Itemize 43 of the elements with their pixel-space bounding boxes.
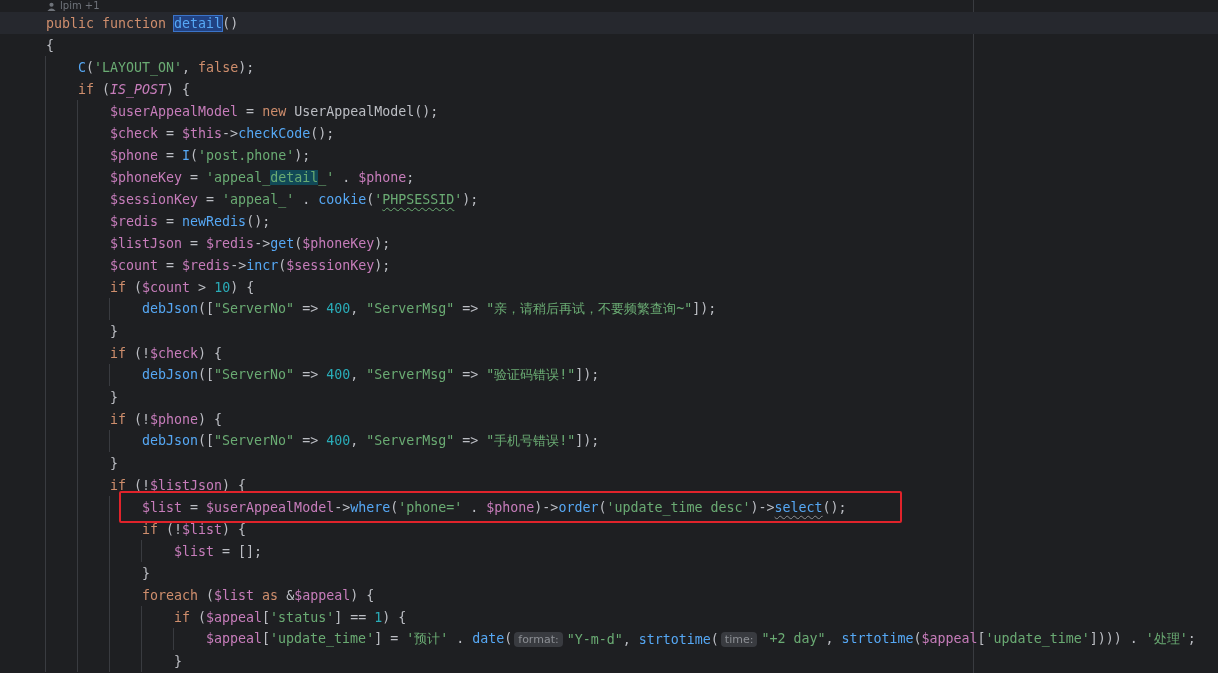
code-text: "+2 day", strtotime($appeal['update_time']))) . '处理'; [761, 630, 1196, 648]
code-text: $appeal['update_time'] = '预计' . date( [206, 630, 513, 648]
code-text: } [142, 565, 150, 581]
code-text: () [222, 15, 239, 31]
code-text: } [110, 323, 118, 339]
code-text: _' . $phone; [318, 169, 415, 185]
code-text: foreach ($list as &$appeal) { [142, 587, 375, 603]
code-text: debJson(["ServerNo" => 400, "ServerMsg" => "手机号错误!"]); [142, 432, 600, 450]
code-text: $list = []; [174, 543, 263, 559]
author-hint[interactable]: lpim +1 [60, 0, 100, 12]
code-text: if (!$list) { [142, 521, 247, 537]
person-icon [47, 1, 56, 11]
code-text: public function [46, 15, 168, 31]
typo-underlined-text: PHPSESSID [382, 191, 455, 207]
code-text: $redis = newRedis(); [110, 213, 271, 229]
code-text: (); [822, 499, 847, 515]
code-text: debJson(["ServerNo" => 400, "ServerMsg" => "亲，请稍后再试，不要频繁查询~"]); [142, 300, 717, 318]
warning-underlined-text: select [774, 499, 823, 515]
code-text: if (!$phone) { [110, 411, 223, 427]
code-text: } [174, 653, 182, 669]
code-text: $check = $this->checkCode(); [110, 125, 335, 141]
code-text: } [110, 389, 118, 405]
code-text: $list = $userAppealModel->where('phone=' . $phone)->order('update_time desc')-> [142, 499, 775, 515]
code-text: $listJson = $redis->get($phoneKey); [110, 235, 391, 251]
code-text: '); [454, 191, 479, 207]
code-text: { [46, 37, 54, 53]
selected-text: detail [174, 15, 223, 31]
code-text: $phone = I('post.phone'); [110, 147, 311, 163]
code-text: if (IS_POST) { [78, 81, 191, 97]
code-text: $sessionKey = 'appeal_' . cookie(' [110, 191, 383, 207]
code-text: $count = $redis->incr($sessionKey); [110, 257, 391, 273]
parameter-hint: time: [720, 631, 758, 647]
code-text: $userAppealModel = new UserAppealModel(); [110, 103, 439, 119]
code-text: if ($appeal['status'] == 1) { [174, 609, 407, 625]
code-text: "Y-m-d", strtotime( [566, 631, 719, 647]
code-text: $phoneKey = 'appeal_ [110, 169, 271, 185]
parameter-hint: format: [514, 631, 563, 647]
code-text: C('LAYOUT_ON', false); [78, 59, 255, 75]
occurrence-highlight: detail [270, 169, 319, 185]
code-text: if ($count > 10) { [110, 279, 255, 295]
code-text: debJson(["ServerNo" => 400, "ServerMsg" => "验证码错误!"]); [142, 366, 600, 384]
code-text: if (!$check) { [110, 345, 223, 361]
code-text: } [110, 455, 118, 471]
